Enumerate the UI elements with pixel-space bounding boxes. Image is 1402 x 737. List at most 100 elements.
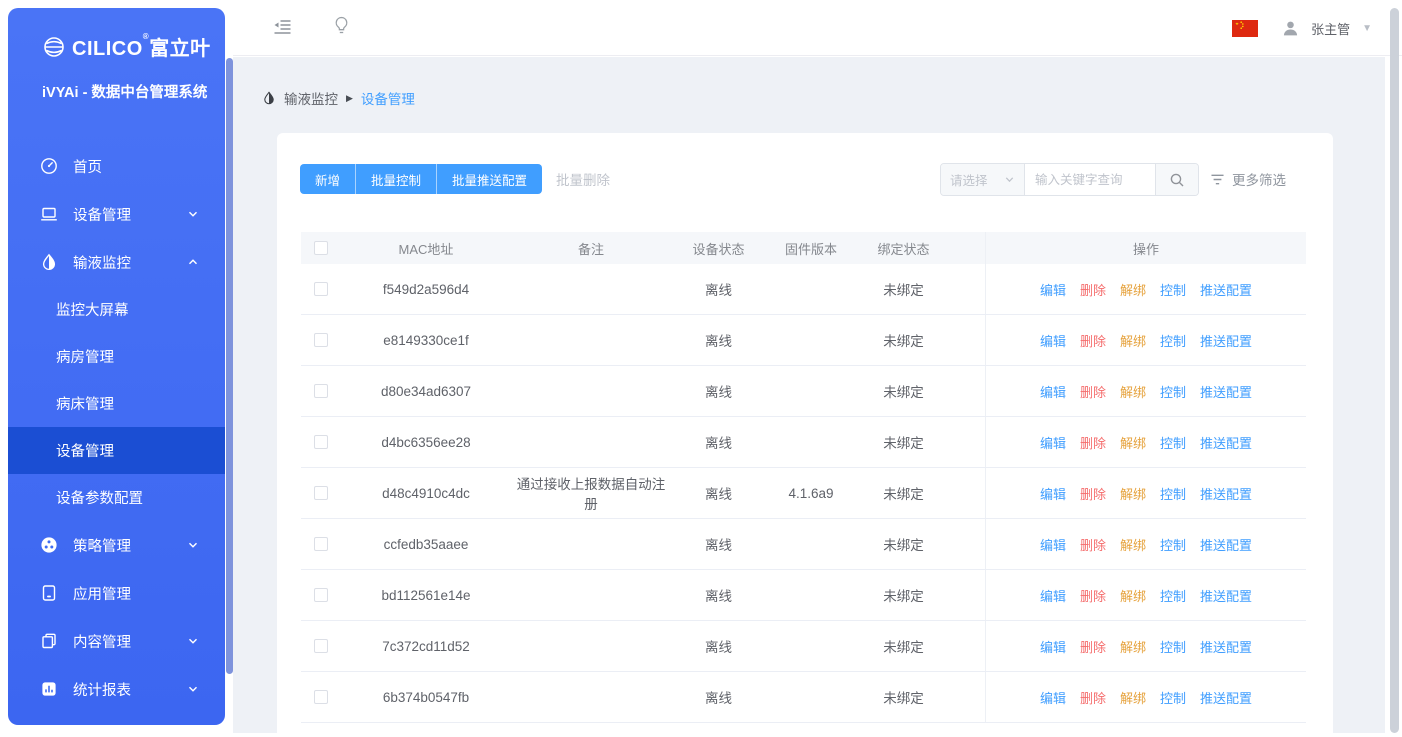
breadcrumb-current[interactable]: 设备管理 bbox=[361, 88, 415, 108]
push-config-action[interactable]: 推送配置 bbox=[1200, 280, 1252, 299]
push-config-action[interactable]: 推送配置 bbox=[1200, 535, 1252, 554]
cell-operations: 编辑删除解绑控制推送配置 bbox=[985, 570, 1306, 620]
chevron-down-icon bbox=[187, 539, 199, 551]
unbind-action[interactable]: 解绑 bbox=[1120, 382, 1146, 401]
table-row: e8149330ce1f 离线 未绑定 编辑删除解绑控制推送配置 bbox=[301, 315, 1306, 366]
control-action[interactable]: 控制 bbox=[1160, 637, 1186, 656]
control-action[interactable]: 控制 bbox=[1160, 280, 1186, 299]
edit-action[interactable]: 编辑 bbox=[1040, 382, 1066, 401]
delete-action[interactable]: 删除 bbox=[1080, 535, 1106, 554]
cell-status: 离线 bbox=[671, 279, 766, 299]
sidebar-item-label: 输液监控 bbox=[73, 252, 131, 273]
delete-action[interactable]: 删除 bbox=[1080, 688, 1106, 707]
row-checkbox[interactable] bbox=[314, 384, 328, 398]
delete-action[interactable]: 删除 bbox=[1080, 637, 1106, 656]
sidebar-subitem-monitor-screen[interactable]: 监控大屏幕 bbox=[8, 286, 225, 333]
edit-action[interactable]: 编辑 bbox=[1040, 484, 1066, 503]
row-checkbox[interactable] bbox=[314, 435, 328, 449]
edit-action[interactable]: 编辑 bbox=[1040, 688, 1066, 707]
edit-action[interactable]: 编辑 bbox=[1040, 280, 1066, 299]
push-config-action[interactable]: 推送配置 bbox=[1200, 637, 1252, 656]
cell-operations: 编辑删除解绑控制推送配置 bbox=[985, 417, 1306, 467]
sidebar-subitem-ward-mgmt[interactable]: 病房管理 bbox=[8, 333, 225, 380]
push-config-action[interactable]: 推送配置 bbox=[1200, 688, 1252, 707]
user-name[interactable]: 张主管 bbox=[1311, 19, 1350, 38]
header-firmware: 固件版本 bbox=[766, 239, 856, 258]
edit-action[interactable]: 编辑 bbox=[1040, 331, 1066, 350]
push-config-action[interactable]: 推送配置 bbox=[1200, 586, 1252, 605]
add-button[interactable]: 新增 bbox=[300, 164, 355, 194]
push-config-action[interactable]: 推送配置 bbox=[1200, 484, 1252, 503]
sidebar-subitem-device-params[interactable]: 设备参数配置 bbox=[8, 474, 225, 521]
unbind-action[interactable]: 解绑 bbox=[1120, 535, 1146, 554]
unbind-action[interactable]: 解绑 bbox=[1120, 433, 1146, 452]
sidebar-item-device-mgmt[interactable]: 设备管理 bbox=[8, 190, 225, 238]
row-checkbox[interactable] bbox=[314, 486, 328, 500]
row-checkbox[interactable] bbox=[314, 282, 328, 296]
delete-action[interactable]: 删除 bbox=[1080, 484, 1106, 503]
edit-action[interactable]: 编辑 bbox=[1040, 637, 1066, 656]
select-all-checkbox[interactable] bbox=[314, 241, 328, 255]
search-field-select[interactable]: 请选择 bbox=[941, 164, 1025, 195]
bulk-push-config-button[interactable]: 批量推送配置 bbox=[436, 164, 542, 194]
control-action[interactable]: 控制 bbox=[1160, 433, 1186, 452]
unbind-action[interactable]: 解绑 bbox=[1120, 586, 1146, 605]
sidebar-item-label: 首页 bbox=[73, 156, 102, 177]
unbind-action[interactable]: 解绑 bbox=[1120, 484, 1146, 503]
delete-action[interactable]: 删除 bbox=[1080, 586, 1106, 605]
push-config-action[interactable]: 推送配置 bbox=[1200, 382, 1252, 401]
delete-action[interactable]: 删除 bbox=[1080, 433, 1106, 452]
keyword-search-input[interactable] bbox=[1025, 164, 1156, 195]
collapse-sidebar-icon[interactable] bbox=[273, 18, 292, 40]
delete-action[interactable]: 删除 bbox=[1080, 331, 1106, 350]
device-table: MAC地址 备注 设备状态 固件版本 绑定状态 操作 f549d2a596d4 … bbox=[301, 232, 1306, 723]
control-action[interactable]: 控制 bbox=[1160, 331, 1186, 350]
header-remark: 备注 bbox=[511, 239, 671, 258]
sidebar-subitem-label: 设备管理 bbox=[56, 440, 114, 461]
edit-action[interactable]: 编辑 bbox=[1040, 535, 1066, 554]
sidebar-item-infusion-monitor[interactable]: 输液监控 bbox=[8, 238, 225, 286]
sidebar-item-home[interactable]: 首页 bbox=[8, 142, 225, 190]
delete-action[interactable]: 删除 bbox=[1080, 382, 1106, 401]
sidebar-item-app-mgmt[interactable]: 应用管理 bbox=[8, 569, 225, 617]
control-action[interactable]: 控制 bbox=[1160, 688, 1186, 707]
unbind-action[interactable]: 解绑 bbox=[1120, 331, 1146, 350]
brand-logo: CILICO®富立叶 bbox=[8, 8, 225, 61]
control-action[interactable]: 控制 bbox=[1160, 535, 1186, 554]
bulk-delete-button[interactable]: 批量删除 bbox=[556, 169, 610, 189]
row-checkbox[interactable] bbox=[314, 639, 328, 653]
control-action[interactable]: 控制 bbox=[1160, 586, 1186, 605]
more-filter-button[interactable]: 更多筛选 bbox=[1210, 169, 1286, 189]
chevron-up-icon bbox=[187, 256, 199, 268]
caret-down-icon[interactable]: ▼ bbox=[1362, 23, 1372, 34]
unbind-action[interactable]: 解绑 bbox=[1120, 688, 1146, 707]
bulk-control-button[interactable]: 批量控制 bbox=[355, 164, 436, 194]
sidebar-item-stats-report[interactable]: 统计报表 bbox=[8, 665, 225, 713]
row-checkbox[interactable] bbox=[314, 537, 328, 551]
more-filter-label: 更多筛选 bbox=[1232, 169, 1286, 189]
control-action[interactable]: 控制 bbox=[1160, 382, 1186, 401]
search-button[interactable] bbox=[1156, 164, 1198, 195]
sidebar-item-content-mgmt[interactable]: 内容管理 bbox=[8, 617, 225, 665]
row-checkbox[interactable] bbox=[314, 588, 328, 602]
push-config-action[interactable]: 推送配置 bbox=[1200, 433, 1252, 452]
sidebar-scrollbar[interactable] bbox=[226, 58, 233, 674]
cell-binding: 未绑定 bbox=[856, 432, 951, 452]
push-config-action[interactable]: 推送配置 bbox=[1200, 331, 1252, 350]
edit-action[interactable]: 编辑 bbox=[1040, 586, 1066, 605]
edit-action[interactable]: 编辑 bbox=[1040, 433, 1066, 452]
unbind-action[interactable]: 解绑 bbox=[1120, 637, 1146, 656]
sidebar-subitem-bed-mgmt[interactable]: 病床管理 bbox=[8, 380, 225, 427]
sidebar-subitem-device-mgmt-sub[interactable]: 设备管理 bbox=[8, 427, 225, 474]
cell-operations: 编辑删除解绑控制推送配置 bbox=[985, 264, 1306, 314]
control-action[interactable]: 控制 bbox=[1160, 484, 1186, 503]
delete-action[interactable]: 删除 bbox=[1080, 280, 1106, 299]
lightbulb-icon[interactable] bbox=[333, 16, 350, 40]
sidebar-item-strategy-mgmt[interactable]: 策略管理 bbox=[8, 521, 225, 569]
row-checkbox[interactable] bbox=[314, 690, 328, 704]
row-checkbox[interactable] bbox=[314, 333, 328, 347]
page-scrollbar[interactable] bbox=[1390, 8, 1399, 733]
unbind-action[interactable]: 解绑 bbox=[1120, 280, 1146, 299]
chevron-down-icon bbox=[187, 635, 199, 647]
china-flag-icon[interactable] bbox=[1232, 20, 1258, 37]
